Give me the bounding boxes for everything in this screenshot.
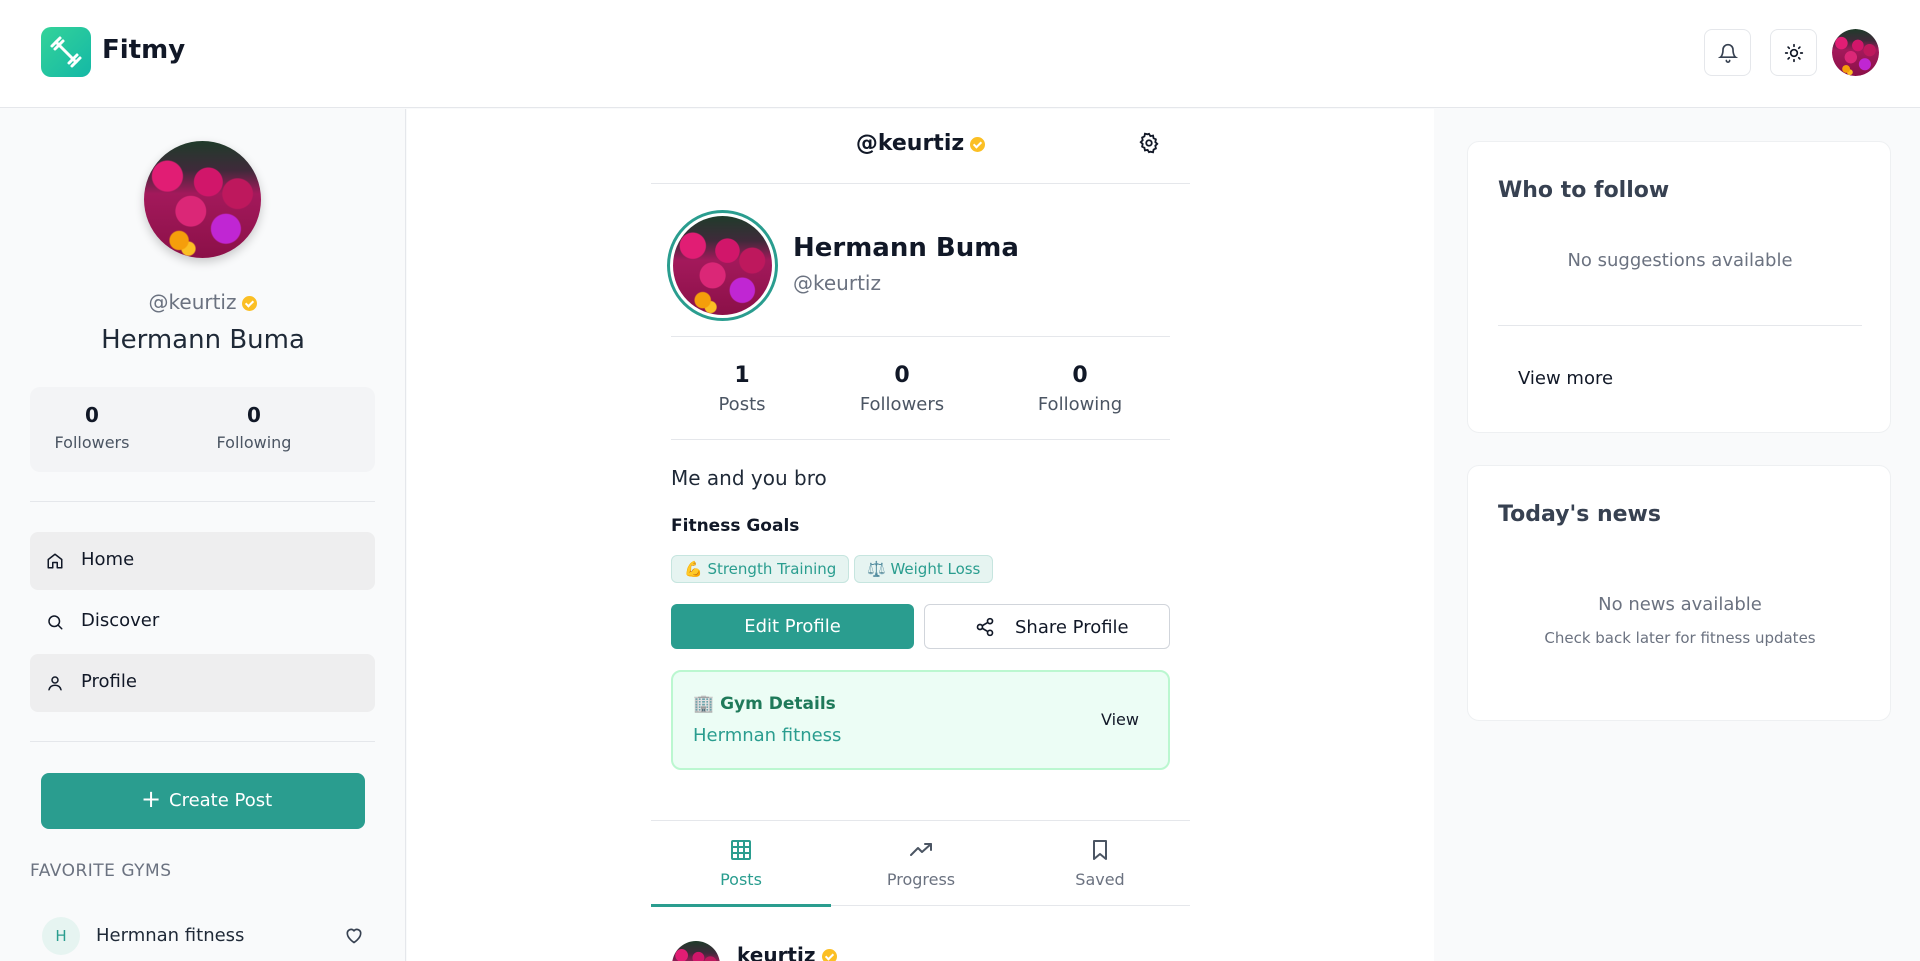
heart-icon[interactable] — [344, 925, 364, 945]
verified-badge-icon — [242, 296, 258, 311]
notifications-button[interactable] — [1704, 29, 1751, 76]
left-sidebar: @keurtiz Hermann Buma 0 Followers 0 Foll… — [0, 109, 406, 961]
view-more-link[interactable]: View more — [1518, 368, 1613, 389]
sidebar-handle: @keurtiz — [148, 290, 237, 314]
gym-name: Hermnan fitness — [96, 925, 245, 946]
divider — [30, 501, 375, 502]
sidebar-avatar[interactable] — [144, 141, 261, 258]
following-stat[interactable]: 0 Following — [1010, 363, 1150, 415]
tab-progress[interactable]: Progress — [831, 821, 1011, 906]
grid-icon — [731, 840, 751, 860]
profile-tabs: Posts Progress Saved — [651, 820, 1190, 907]
post-author-name[interactable]: keurtiz — [737, 943, 816, 961]
nav-discover[interactable]: Discover — [30, 593, 375, 651]
create-post-button[interactable]: + Create Post — [41, 773, 365, 829]
post-author-avatar[interactable] — [672, 941, 720, 961]
sidebar-stats: 0 Followers 0 Following — [30, 387, 375, 472]
goal-chip: 💪 Strength Training — [671, 555, 850, 583]
tab-posts[interactable]: Posts — [651, 821, 831, 907]
sun-icon — [1784, 43, 1804, 63]
nav-home-label: Home — [81, 549, 135, 570]
user-avatar[interactable] — [1832, 29, 1879, 76]
settings-gear-icon[interactable] — [1138, 132, 1160, 154]
header-handle: @keurtiz — [855, 131, 965, 156]
who-to-follow-card: Who to follow No suggestions available V… — [1467, 141, 1891, 433]
top-bar: Fitmy — [0, 0, 1920, 108]
nav-discover-label: Discover — [81, 610, 160, 631]
tab-saved[interactable]: Saved — [1010, 821, 1190, 906]
fitness-goals-title: Fitness Goals — [671, 516, 800, 536]
logo-icon[interactable] — [41, 27, 91, 77]
profile-bio: Me and you bro — [671, 466, 827, 490]
divider — [30, 741, 375, 742]
trending-up-icon — [910, 843, 932, 856]
following-stat[interactable]: 0 Following — [194, 403, 314, 452]
no-news-text: No news available — [1598, 594, 1762, 615]
divider — [671, 336, 1170, 337]
right-column: Who to follow No suggestions available V… — [1435, 109, 1920, 961]
followers-stat[interactable]: 0 Followers — [32, 403, 152, 452]
profile-header: @keurtiz — [651, 109, 1190, 184]
verified-badge-icon — [970, 136, 986, 152]
bell-icon — [1718, 43, 1738, 63]
gym-avatar: H — [42, 917, 80, 955]
share-profile-button[interactable]: Share Profile — [924, 604, 1170, 649]
gym-view-button[interactable]: View — [1101, 710, 1139, 729]
who-to-follow-title: Who to follow — [1498, 178, 1670, 203]
favorite-gyms-title: FAVORITE GYMS — [30, 861, 172, 881]
profile-avatar[interactable] — [667, 210, 778, 321]
goal-chip: ⚖️ Weight Loss — [854, 555, 994, 583]
edit-profile-button[interactable]: Edit Profile — [671, 604, 914, 649]
divider — [1498, 325, 1862, 326]
no-suggestions-text: No suggestions available — [1567, 250, 1793, 271]
theme-toggle-button[interactable] — [1770, 29, 1817, 76]
todays-news-title: Today's news — [1498, 502, 1661, 527]
nav-home[interactable]: Home — [30, 532, 375, 590]
gym-details-card: 🏢 Gym Details Hermnan fitness View — [671, 670, 1170, 770]
user-icon — [48, 676, 62, 691]
nav-profile[interactable]: Profile — [30, 654, 375, 712]
gym-details-title: 🏢 Gym Details — [693, 694, 836, 714]
posts-stat[interactable]: 1 Posts — [672, 363, 812, 415]
todays-news-card: Today's news No news available Check bac… — [1467, 465, 1891, 721]
share-icon — [976, 617, 994, 637]
plus-icon: + — [141, 785, 162, 813]
favorite-gym-item[interactable]: H Hermnan fitness — [30, 913, 375, 955]
verified-badge-icon — [821, 949, 837, 961]
news-subtext: Check back later for fitness updates — [1544, 629, 1816, 647]
divider — [671, 439, 1170, 440]
profile-handle: @keurtiz — [793, 271, 881, 295]
home-icon — [47, 553, 63, 569]
search-icon — [48, 615, 63, 630]
gym-details-name: Hermnan fitness — [693, 725, 842, 746]
bookmark-icon — [1093, 840, 1107, 860]
nav-profile-label: Profile — [81, 671, 137, 692]
followers-stat[interactable]: 0 Followers — [832, 363, 972, 415]
profile-name: Hermann Buma — [793, 233, 1019, 263]
app-name[interactable]: Fitmy — [102, 35, 185, 65]
sidebar-name: Hermann Buma — [101, 325, 305, 355]
profile-main: @keurtiz Hermann Buma @keurtiz 1 Posts 0… — [407, 109, 1434, 961]
